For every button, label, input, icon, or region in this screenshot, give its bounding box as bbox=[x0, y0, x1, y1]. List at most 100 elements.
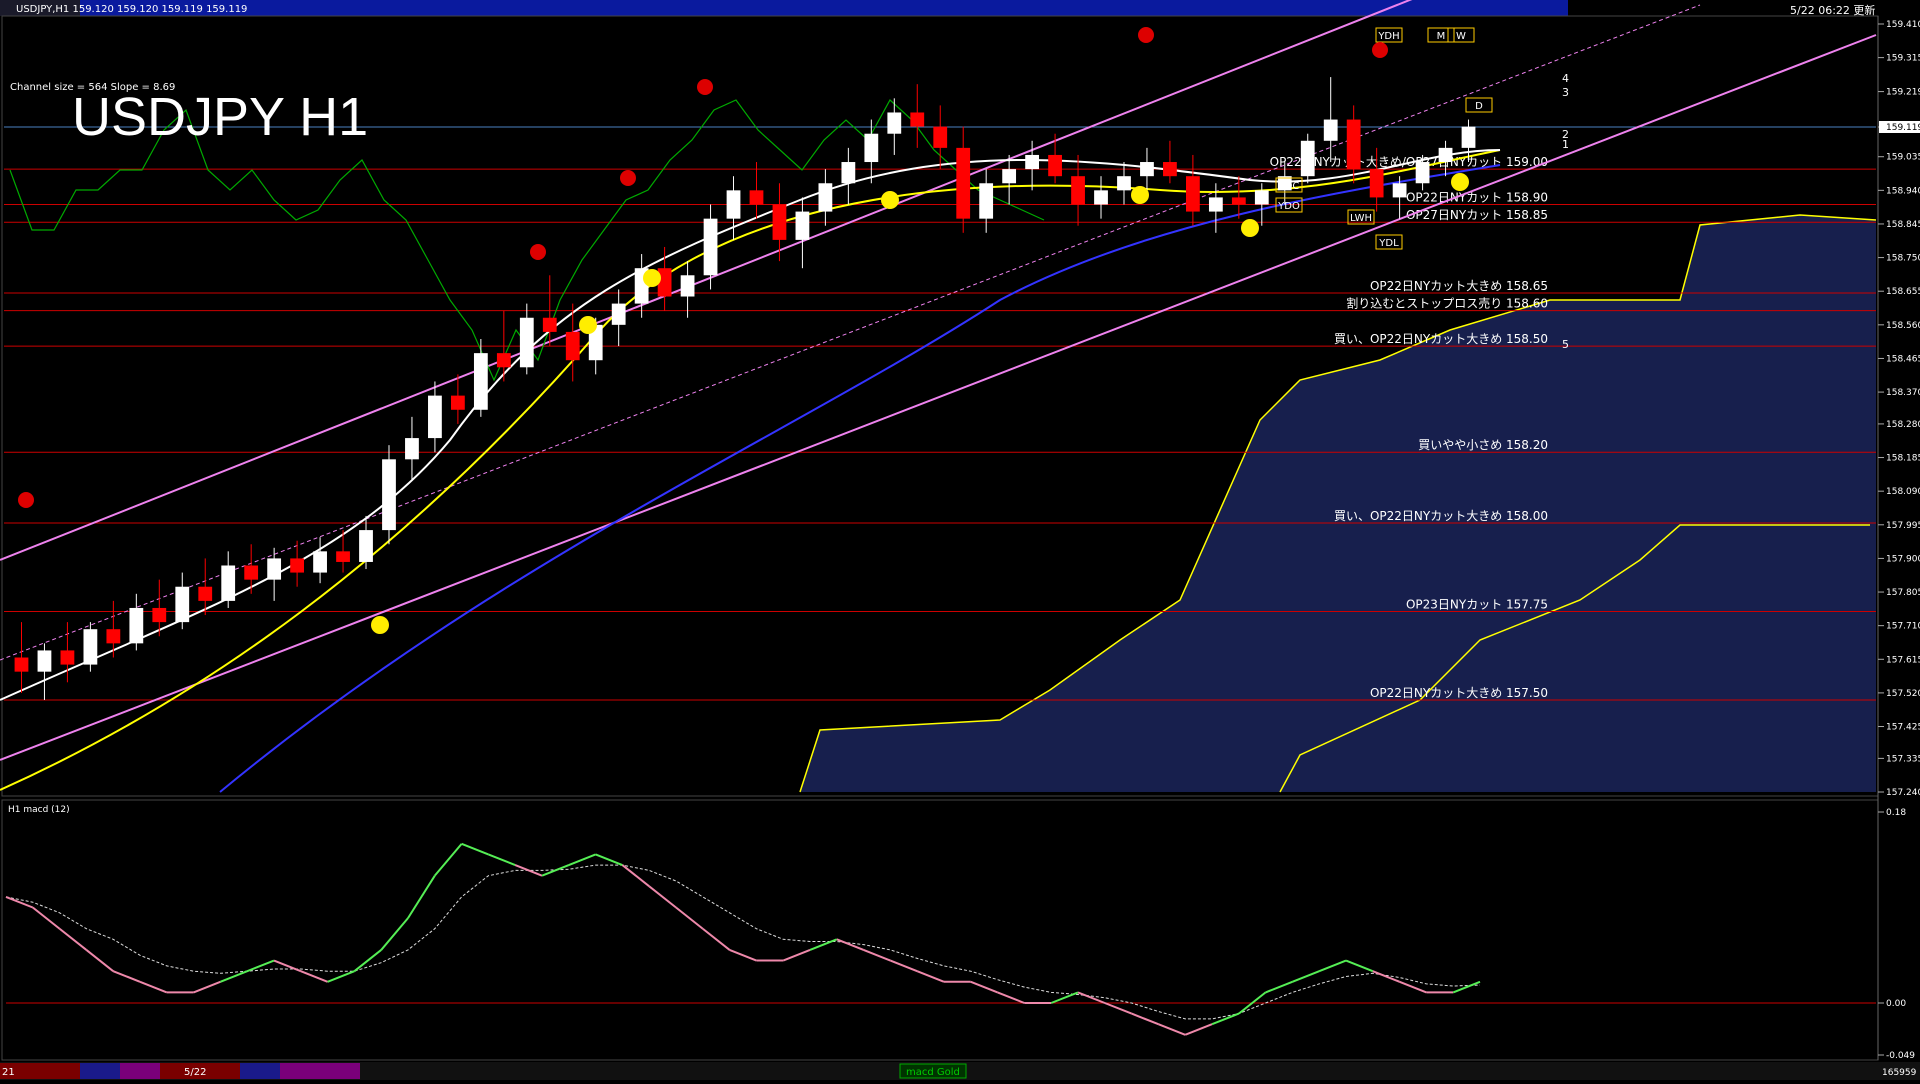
price-tick-label: 158.655 bbox=[1886, 287, 1920, 297]
marker-label-ydc: YDC bbox=[1278, 181, 1300, 192]
bottom-right-label: 165959 bbox=[1882, 1068, 1917, 1078]
candle-body bbox=[336, 551, 350, 562]
candle-body bbox=[749, 190, 764, 205]
candle-body bbox=[473, 353, 488, 410]
kumo-cloud bbox=[800, 215, 1876, 792]
candle-body bbox=[864, 133, 879, 163]
buy-signal-icon bbox=[1241, 219, 1259, 237]
macd-line-segment bbox=[1318, 959, 1347, 973]
macd-line-segment bbox=[916, 970, 945, 983]
bottom-center-label: macd Gold bbox=[906, 1067, 960, 1078]
macd-line-segment bbox=[836, 938, 864, 951]
macd-line-segment bbox=[729, 949, 757, 962]
macd-line-segment bbox=[1131, 1012, 1159, 1026]
macd-tick-label: -0.049 bbox=[1886, 1051, 1915, 1061]
macd-line-segment bbox=[1345, 959, 1374, 973]
candle-body bbox=[910, 112, 925, 127]
macd-line-segment bbox=[461, 842, 489, 856]
macd-line-segment bbox=[782, 949, 811, 962]
marker-label-m: M bbox=[1437, 31, 1446, 42]
macd-pane-title: H1 macd (12) bbox=[8, 805, 70, 815]
candle-body bbox=[818, 183, 833, 212]
buy-signal-icon bbox=[1451, 173, 1469, 191]
price-tick-label: 158.750 bbox=[1886, 254, 1920, 264]
macd-line-segment bbox=[675, 906, 704, 930]
macd-line-segment bbox=[1184, 1023, 1213, 1036]
price-tick-label: 157.900 bbox=[1886, 554, 1920, 564]
buy-signal-icon bbox=[643, 269, 661, 287]
candle-body bbox=[887, 112, 902, 134]
candle-body bbox=[1461, 126, 1476, 148]
macd-line-segment bbox=[273, 959, 302, 973]
candle-body bbox=[979, 183, 994, 219]
macd-signal-line bbox=[5, 864, 1481, 1020]
price-tick-label: 157.710 bbox=[1886, 622, 1920, 632]
price-tick-label: 159.315 bbox=[1886, 54, 1920, 64]
macd-line-segment bbox=[407, 875, 436, 919]
macd-line-segment bbox=[1292, 970, 1320, 983]
macd-pane-frame bbox=[1, 799, 1879, 1061]
price-tick-label: 158.090 bbox=[1886, 487, 1920, 497]
symbol-line: USDJPY,H1 159.120 159.120 159.119 159.11… bbox=[16, 4, 247, 15]
candle-body bbox=[244, 565, 259, 580]
price-tick-label: 158.185 bbox=[1886, 454, 1920, 464]
candle-body bbox=[1208, 197, 1223, 212]
channel-number-1: 1 bbox=[1562, 138, 1569, 151]
level-label-7: 買い、OP22日NYカット大きめ 158.00 bbox=[1334, 509, 1548, 523]
marker-label-d: D bbox=[1475, 101, 1483, 112]
level-label-3: OP22日NYカット大きめ 158.65 bbox=[1370, 279, 1548, 293]
candle-body bbox=[382, 459, 396, 531]
price-chart[interactable]: USDJPY,H1 159.120 159.120 159.119 159.11… bbox=[0, 0, 1920, 1080]
channel-number-4: 4 bbox=[1562, 72, 1569, 85]
bottom-left-label: 21 bbox=[2, 1067, 15, 1078]
level-label-9: OP22日NYカット大きめ 157.50 bbox=[1370, 686, 1548, 700]
price-tick-label: 158.845 bbox=[1886, 220, 1920, 230]
candle-body bbox=[496, 353, 511, 368]
marker-label-w: W bbox=[1456, 31, 1466, 42]
sell-signal-icon bbox=[697, 79, 713, 95]
candle-body bbox=[60, 650, 75, 665]
bottom-seg-2 bbox=[80, 1063, 120, 1079]
macd-line-segment bbox=[702, 927, 731, 951]
candle-body bbox=[1392, 183, 1407, 198]
macd-line-segment bbox=[5, 895, 34, 909]
marker-label-ydh: YDH bbox=[1377, 31, 1399, 42]
candle-body bbox=[359, 530, 373, 562]
macd-line-segment bbox=[890, 959, 918, 973]
candle-body bbox=[933, 126, 948, 148]
macd-line-segment bbox=[1452, 980, 1481, 994]
candle-body bbox=[1094, 190, 1108, 205]
price-tick-label: 158.940 bbox=[1886, 186, 1920, 196]
candle-body bbox=[290, 558, 304, 573]
level-label-2: OP27日NYカット 158.85 bbox=[1406, 208, 1548, 222]
macd-line-segment bbox=[568, 853, 596, 866]
candle-body bbox=[956, 147, 971, 219]
price-tick-label: 157.615 bbox=[1886, 655, 1920, 665]
price-tick-label: 159.035 bbox=[1886, 153, 1920, 163]
macd-line-segment bbox=[863, 949, 891, 962]
macd-line-segment bbox=[809, 938, 838, 951]
candle-body bbox=[221, 565, 236, 601]
macd-tick-label: 0.18 bbox=[1886, 808, 1906, 818]
sell-signal-icon bbox=[18, 492, 34, 508]
price-tick-label: 159.410 bbox=[1886, 20, 1920, 30]
macd-line-segment bbox=[595, 853, 623, 866]
channel-number-3: 3 bbox=[1562, 86, 1569, 99]
marker-label-lwh: LWH bbox=[1350, 213, 1372, 224]
macd-tick-label: 0.00 bbox=[1886, 999, 1906, 1009]
price-tick-label: 158.465 bbox=[1886, 354, 1920, 364]
bottom-seg-5 bbox=[240, 1063, 280, 1079]
candle-body bbox=[841, 162, 856, 184]
datetime-label: 5/22 06:22 更新 bbox=[1790, 3, 1875, 17]
level-label-1: OP22日NYカット 158.90 bbox=[1406, 190, 1548, 204]
sell-signal-icon bbox=[1138, 27, 1154, 43]
macd-line-segment bbox=[85, 949, 114, 972]
candle-body bbox=[1346, 119, 1361, 170]
level-label-6: 買いやや小さめ 158.20 bbox=[1418, 438, 1548, 452]
candle-body bbox=[1438, 147, 1453, 163]
macd-line-segment bbox=[220, 970, 248, 983]
macd-line-segment bbox=[139, 980, 168, 994]
candle-body bbox=[267, 558, 282, 580]
macd-line-segment bbox=[1104, 1002, 1132, 1015]
candle-body bbox=[519, 317, 534, 368]
